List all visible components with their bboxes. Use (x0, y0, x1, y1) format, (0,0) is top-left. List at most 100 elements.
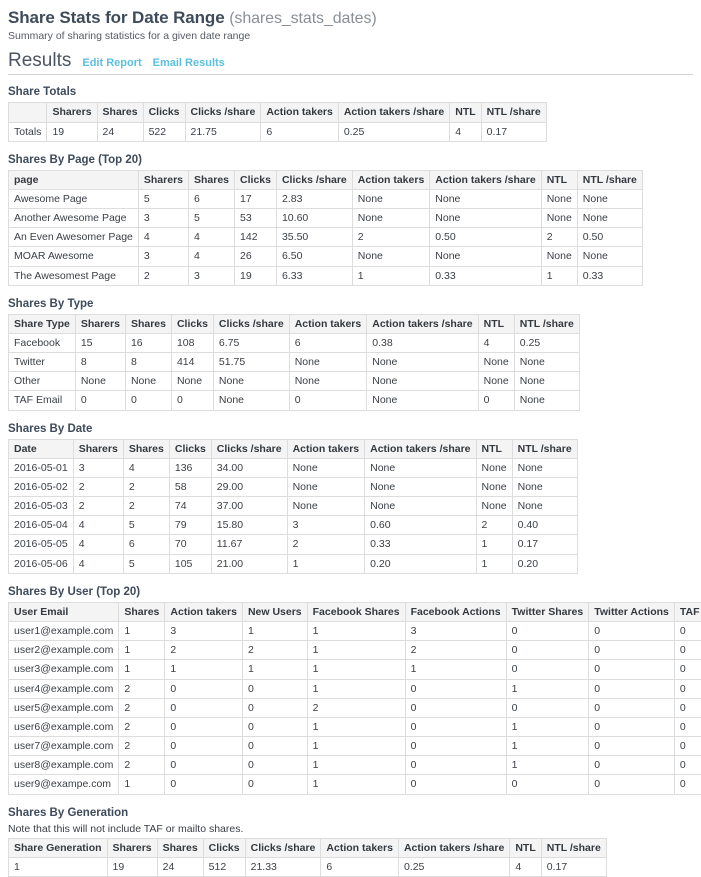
section-title-shares-by-generation: Shares By Generation (8, 807, 693, 819)
table-header-row: DateSharersSharesClicksClicks /shareActi… (9, 439, 578, 458)
table-cell: 24 (97, 122, 143, 141)
table-cell: 70 (169, 535, 211, 554)
column-header: Sharers (107, 838, 157, 857)
table-cell: 0 (589, 698, 675, 717)
table-cell: 2016-05-06 (9, 554, 74, 573)
table-cell: user3@example.com (9, 660, 119, 679)
table-cell: 2 (73, 477, 123, 496)
table-cell: 1 (476, 535, 512, 554)
table-header-row: Share TypeSharersSharesClicksClicks /sha… (9, 314, 580, 333)
table-cell: 1 (352, 266, 430, 285)
table-cell: 2 (541, 228, 577, 247)
shares-by-user-table: User EmailSharesAction takersNew UsersFa… (8, 602, 701, 795)
table-cell: 0 (506, 775, 589, 794)
column-header: Twitter Actions (589, 602, 675, 621)
table-cell: 1 (506, 717, 589, 736)
table-cell: 0.17 (481, 122, 546, 141)
table-cell: 0 (506, 698, 589, 717)
column-header (9, 103, 47, 122)
table-cell: None (541, 209, 577, 228)
table-cell: 10.60 (276, 209, 352, 228)
page-title: Share Stats for Date Range (shares_stats… (8, 8, 693, 28)
table-cell: 5 (123, 516, 169, 535)
column-header: NTL /share (541, 838, 606, 857)
table-cell: 2 (73, 497, 123, 516)
table-cell: 0 (405, 679, 506, 698)
table-cell: 19 (107, 857, 157, 876)
table-cell: 58 (169, 477, 211, 496)
table-cell: Awesome Page (9, 189, 139, 208)
table-row: 1192451221.3360.2540.17 (9, 857, 607, 876)
table-cell: None (514, 391, 579, 410)
report-page: Share Stats for Date Range (shares_stats… (0, 0, 701, 877)
table-cell: 6 (321, 857, 399, 876)
column-header: Action takers (165, 602, 243, 621)
table-cell: 2016-05-04 (9, 516, 74, 535)
column-header: Clicks (171, 314, 213, 333)
table-cell: 0 (405, 756, 506, 775)
section-share-totals: Share Totals SharersSharesClicksClicks /… (8, 86, 693, 141)
email-results-link[interactable]: Email Results (153, 57, 225, 69)
results-bar: Results Edit Report Email Results (8, 51, 693, 75)
table-cell: 2016-05-05 (9, 535, 74, 554)
table-cell: None (512, 477, 577, 496)
table-cell: 0 (242, 737, 307, 756)
table-cell: 29.00 (211, 477, 287, 496)
table-cell: user7@example.com (9, 737, 119, 756)
table-cell: 0 (674, 737, 701, 756)
share-totals-table: SharersSharesClicksClicks /shareAction t… (8, 102, 547, 141)
table-cell: 0 (165, 698, 243, 717)
table-cell: 3 (287, 516, 365, 535)
column-header: Share Type (9, 314, 76, 333)
edit-report-link[interactable]: Edit Report (82, 57, 141, 69)
table-cell: Twitter (9, 353, 76, 372)
table-cell: 1 (119, 775, 165, 794)
table-cell: None (287, 477, 365, 496)
table-cell: 21.00 (211, 554, 287, 573)
table-cell: 0 (242, 775, 307, 794)
table-cell: 0 (674, 622, 701, 641)
table-row: 2016-05-03227437.00NoneNoneNoneNone (9, 497, 578, 516)
table-cell: 0 (674, 775, 701, 794)
table-header-row: SharersSharesClicksClicks /shareAction t… (9, 103, 547, 122)
table-cell: 0.50 (430, 228, 541, 247)
table-cell: TAF Email (9, 391, 76, 410)
column-header: Shares (119, 602, 165, 621)
table-cell: Another Awesome Page (9, 209, 139, 228)
table-cell: 4 (138, 228, 188, 247)
column-header: NTL /share (577, 170, 642, 189)
table-cell: user8@example.com (9, 756, 119, 775)
table-cell: 1 (9, 857, 108, 876)
table-cell: 0 (242, 679, 307, 698)
table-cell: 3 (165, 622, 243, 641)
column-header: Action takers /share (430, 170, 541, 189)
table-row: The Awesomest Page23196.3310.3310.33 (9, 266, 643, 285)
table-cell: 0 (165, 756, 243, 775)
table-cell: 2 (476, 516, 512, 535)
table-cell: None (213, 372, 289, 391)
table-cell: 0 (75, 391, 125, 410)
table-cell: None (213, 391, 289, 410)
table-cell: 0 (674, 660, 701, 679)
table-cell: 1 (307, 660, 405, 679)
table-cell: 0 (674, 641, 701, 660)
section-shares-by-type: Shares By Type Share TypeSharersSharesCl… (8, 298, 693, 411)
table-cell: 105 (169, 554, 211, 573)
table-row: MOAR Awesome34266.50NoneNoneNoneNone (9, 247, 643, 266)
table-cell: 0.50 (577, 228, 642, 247)
table-cell: 1 (405, 660, 506, 679)
table-cell: 0.38 (367, 333, 478, 352)
shares-by-generation-table: Share GenerationSharersSharesClicksClick… (8, 838, 607, 877)
table-cell: 19 (47, 122, 97, 141)
column-header: NTL (476, 439, 512, 458)
column-header: Clicks /share (276, 170, 352, 189)
table-cell: None (367, 372, 478, 391)
table-cell: 1 (506, 756, 589, 775)
column-header: page (9, 170, 139, 189)
table-row: 2016-05-013413634.00NoneNoneNoneNone (9, 458, 578, 477)
column-header: NTL /share (514, 314, 579, 333)
table-cell: user5@example.com (9, 698, 119, 717)
table-cell: 37.00 (211, 497, 287, 516)
table-cell: None (287, 458, 365, 477)
table-cell: 35.50 (276, 228, 352, 247)
